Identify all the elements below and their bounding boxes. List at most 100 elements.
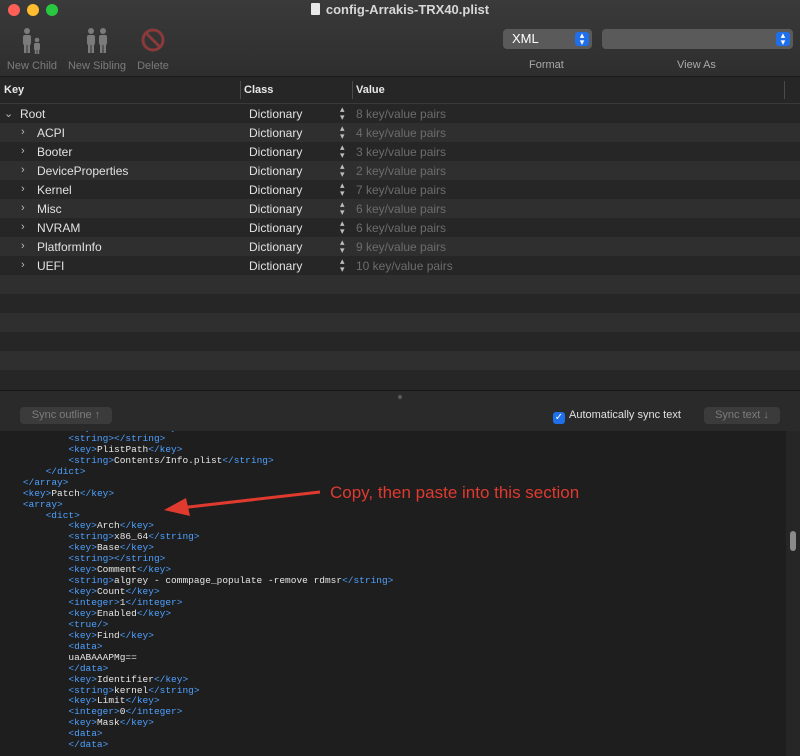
- xml-indent: [0, 619, 68, 630]
- row-key: NVRAM: [37, 221, 81, 235]
- xml-indent: [0, 499, 23, 510]
- outline-row-acpi[interactable]: › ACPI Dictionary ▴ ▾ 4 key/value pairs: [0, 123, 800, 142]
- row-key: DeviceProperties: [37, 164, 129, 178]
- xml-content: x86_64: [114, 531, 149, 543]
- xml-tag: </string>: [222, 454, 274, 466]
- sync-outline-button[interactable]: Sync outline ↑: [20, 407, 112, 424]
- xml-tag: </integer>: [125, 597, 183, 608]
- xml-text-editor[interactable]: <key>MinKernel</key> <string></string> <…: [0, 431, 786, 756]
- class-stepper-icon[interactable]: ▴ ▾: [340, 162, 345, 179]
- row-key: Booter: [37, 145, 73, 159]
- disclosure-collapsed-icon[interactable]: ›: [21, 240, 25, 252]
- xml-indent: [0, 630, 68, 641]
- xml-lines: <key>MinKernel</key> <string></string> <…: [0, 431, 786, 751]
- row-class: Dictionary: [249, 107, 303, 121]
- class-stepper-icon[interactable]: ▴ ▾: [340, 200, 345, 217]
- row-key: PlatformInfo: [37, 240, 102, 254]
- xml-content: Comment: [96, 564, 137, 576]
- outline-row-nvram[interactable]: › NVRAM Dictionary ▴ ▾ 6 key/value pairs: [0, 218, 800, 237]
- xml-tag: <key>: [68, 607, 97, 619]
- class-stepper-icon[interactable]: ▴ ▾: [340, 181, 345, 198]
- row-class: Dictionary: [249, 202, 303, 216]
- auto-sync-checkbox[interactable]: ✓ Automatically sync text: [553, 409, 681, 424]
- outline-row-misc[interactable]: › Misc Dictionary ▴ ▾ 6 key/value pairs: [0, 199, 800, 218]
- plist-outline-view[interactable]: Key Class Value ⌄ Root Dictionary ▴ ▾ 8 k…: [0, 77, 800, 390]
- class-stepper-icon[interactable]: ▴ ▾: [340, 257, 345, 274]
- disclosure-collapsed-icon[interactable]: ›: [21, 164, 25, 176]
- disclosure-collapsed-icon[interactable]: ›: [21, 202, 25, 214]
- split-view-grip[interactable]: [398, 395, 402, 399]
- view-as-label: View As: [677, 59, 716, 71]
- column-divider[interactable]: [240, 81, 241, 99]
- outline-row-platforminfo[interactable]: › PlatformInfo Dictionary ▴ ▾ 9 key/value…: [0, 237, 800, 256]
- empty-row: [0, 313, 800, 332]
- disclosure-collapsed-icon[interactable]: ›: [21, 183, 25, 195]
- class-stepper-icon[interactable]: ▴ ▾: [340, 143, 345, 160]
- sync-text-button[interactable]: Sync text ↓: [704, 407, 780, 424]
- row-class: Dictionary: [249, 126, 303, 140]
- outline-row-deviceproperties[interactable]: › DeviceProperties Dictionary ▴ ▾ 2 key/v…: [0, 161, 800, 180]
- outline-row-uefi[interactable]: › UEFI Dictionary ▴ ▾ 10 key/value pairs: [0, 256, 800, 275]
- class-stepper-icon[interactable]: ▴ ▾: [340, 105, 345, 122]
- xml-scrollbar[interactable]: [786, 431, 800, 756]
- format-popup[interactable]: XML ▴ ▾: [503, 29, 592, 49]
- column-divider[interactable]: [352, 81, 353, 99]
- format-value: XML: [512, 31, 539, 46]
- xml-indent: [0, 728, 68, 739]
- xml-tag: <true/>: [68, 618, 109, 630]
- row-value: 2 key/value pairs: [356, 164, 447, 178]
- xml-content: Mask: [96, 717, 120, 729]
- column-divider[interactable]: [784, 81, 785, 99]
- xml-tag: <array>: [22, 498, 63, 510]
- class-stepper-icon[interactable]: ▴ ▾: [340, 238, 345, 255]
- row-key: Misc: [37, 202, 62, 216]
- column-value-header[interactable]: Value: [356, 84, 385, 96]
- xml-tag: </dict>: [45, 465, 86, 477]
- disclosure-expanded-icon[interactable]: ⌄: [4, 107, 13, 120]
- xml-tag: <key>: [68, 695, 97, 707]
- xml-tag: <key>: [68, 586, 97, 598]
- xml-tag: </data>: [68, 662, 109, 674]
- xml-line: <key>Find</key>: [0, 630, 786, 642]
- window-title-text: config-Arrakis-TRX40.plist: [325, 2, 490, 17]
- delete-icon: [141, 28, 165, 52]
- scrollbar-thumb[interactable]: [790, 531, 796, 551]
- xml-indent: [0, 586, 68, 597]
- new-child-icon: [23, 28, 40, 54]
- xml-tag: </data>: [68, 739, 109, 751]
- xml-tag: </array>: [22, 476, 69, 488]
- window-title: config-Arrakis-TRX40.plist: [0, 2, 800, 17]
- row-class: Dictionary: [249, 164, 303, 178]
- xml-tag: <string>: [68, 432, 115, 444]
- xml-line: <data>: [0, 728, 786, 740]
- xml-indent: [0, 641, 68, 652]
- view-as-popup[interactable]: ▴ ▾: [602, 29, 793, 49]
- disclosure-collapsed-icon[interactable]: ›: [21, 221, 25, 233]
- class-stepper-icon[interactable]: ▴ ▾: [340, 219, 345, 236]
- new-sibling-button[interactable]: New Sibling: [66, 26, 128, 72]
- disclosure-collapsed-icon[interactable]: ›: [21, 145, 25, 157]
- row-value: 7 key/value pairs: [356, 183, 447, 197]
- xml-tag: <key>: [68, 564, 97, 576]
- auto-sync-label: Automatically sync text: [569, 409, 681, 421]
- xml-indent: [0, 542, 68, 553]
- column-class-header[interactable]: Class: [244, 84, 273, 96]
- xml-line: uaABAAAPMg==: [0, 652, 786, 664]
- outline-row-root[interactable]: ⌄ Root Dictionary ▴ ▾ 8 key/value pairs: [0, 104, 800, 123]
- row-value: 4 key/value pairs: [356, 126, 447, 140]
- annotation-text: Copy, then paste into this section: [330, 483, 580, 502]
- delete-button[interactable]: Delete: [134, 26, 172, 72]
- disclosure-collapsed-icon[interactable]: ›: [21, 259, 25, 271]
- class-stepper-icon[interactable]: ▴ ▾: [340, 124, 345, 141]
- row-class: Dictionary: [249, 240, 303, 254]
- row-value: 10 key/value pairs: [356, 259, 453, 273]
- chevron-updown-icon: ▴ ▾: [575, 31, 589, 47]
- new-child-button[interactable]: New Child: [4, 26, 60, 72]
- outline-row-booter[interactable]: › Booter Dictionary ▴ ▾ 3 key/value pairs: [0, 142, 800, 161]
- outline-row-kernel[interactable]: › Kernel Dictionary ▴ ▾ 7 key/value pairs: [0, 180, 800, 199]
- row-class: Dictionary: [249, 221, 303, 235]
- disclosure-collapsed-icon[interactable]: ›: [21, 126, 25, 138]
- xml-tag: <string>: [68, 454, 115, 466]
- xml-line: <key>Enabled</key>: [0, 607, 786, 620]
- column-key-header[interactable]: Key: [4, 84, 24, 96]
